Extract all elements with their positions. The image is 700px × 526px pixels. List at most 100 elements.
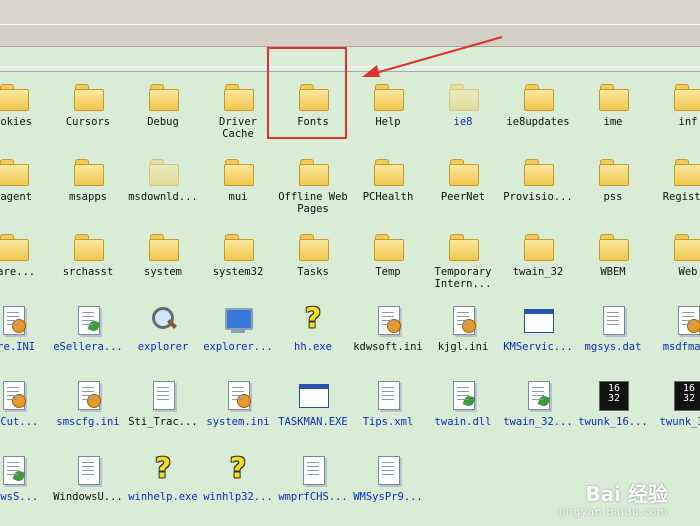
folder-icon	[446, 228, 480, 262]
file-label: Driver Cache	[219, 116, 257, 140]
folder-icon	[446, 153, 480, 187]
file-label: Sti_Trac...	[128, 416, 198, 428]
file-label: dowsS...	[0, 491, 39, 503]
file-label: msapps	[69, 191, 107, 203]
folder-icon	[146, 228, 180, 262]
file-item[interactable]: smscfg.ini	[50, 378, 126, 428]
file-item[interactable]: Offline Web Pages	[275, 153, 351, 215]
watermark: Bai 经验 jingyan.baidu.com	[559, 478, 668, 518]
file-item[interactable]: explorer...	[200, 303, 276, 353]
fonts-highlight-box	[267, 47, 347, 139]
file-label: inf	[678, 116, 698, 128]
file-item[interactable]: twain.dll	[425, 378, 501, 428]
file-item[interactable]: PeerNet	[425, 153, 501, 203]
file-item[interactable]: inf	[650, 78, 700, 128]
file-label: Provisio...	[503, 191, 573, 203]
file-item[interactable]: PCHealth	[350, 153, 426, 203]
file-item[interactable]: srchasst	[50, 228, 126, 278]
file-label: hh.exe	[294, 341, 332, 353]
file-item[interactable]: Web	[650, 228, 700, 278]
file-item[interactable]: kdwsoft.ini	[350, 303, 426, 353]
folder-icon	[671, 78, 700, 112]
leaf-file-icon	[521, 378, 555, 412]
file-item[interactable]: sagent	[0, 153, 51, 203]
folder-icon	[221, 78, 255, 112]
file-item[interactable]: pss	[575, 153, 651, 203]
file-item[interactable]: 16 32 twunk_32.	[650, 378, 700, 428]
file-label: msdfmap.	[662, 341, 700, 353]
file-item[interactable]: dowsS...	[0, 453, 51, 503]
file-item[interactable]: msdownld...	[125, 153, 201, 203]
file-item[interactable]: ? winhelp.exe	[125, 453, 201, 504]
file-item[interactable]: Temporary Intern...	[425, 228, 501, 290]
file-label: eSellera...	[53, 341, 123, 353]
gear-file-icon	[0, 303, 30, 337]
file-item[interactable]: system32	[200, 228, 276, 278]
file-item[interactable]: Provisio...	[500, 153, 576, 203]
folder-icon	[0, 78, 30, 112]
folder-icon	[521, 228, 555, 262]
file-item[interactable]: mgsys.dat	[575, 303, 651, 353]
gear-file-icon	[446, 303, 480, 337]
file-item[interactable]: Driver Cache	[200, 78, 276, 140]
file-item[interactable]: Register	[650, 153, 700, 203]
file-item[interactable]: KMServic...	[500, 303, 576, 353]
file-item[interactable]: ookies	[0, 78, 51, 128]
file-label: winhelp.exe	[128, 491, 198, 503]
file-label: twain_32	[512, 266, 564, 278]
file-label: explorer...	[203, 341, 273, 353]
pane-divider	[0, 66, 700, 72]
folder-icon	[521, 78, 555, 112]
file-item[interactable]: ? hh.exe	[275, 303, 351, 354]
folder-icon	[296, 153, 330, 187]
file-item[interactable]: WindowsU...	[50, 453, 126, 503]
file-item[interactable]: eSellera...	[50, 303, 126, 353]
file-item[interactable]: 16 32 twunk_16...	[575, 378, 651, 428]
file-item[interactable]: explorer	[125, 303, 201, 353]
file-item[interactable]: rtCut...	[0, 378, 51, 428]
file-item[interactable]: ore.INI	[0, 303, 51, 353]
file-item[interactable]: twain_32...	[500, 378, 576, 428]
file-item[interactable]: mui	[200, 153, 276, 203]
file-label: Register	[662, 191, 700, 203]
folder-icon	[521, 153, 555, 187]
file-item[interactable]: wmprfCHS...	[275, 453, 351, 503]
file-item[interactable]: WBEM	[575, 228, 651, 278]
file-item[interactable]: system.ini	[200, 378, 276, 428]
leaf-file-icon	[0, 453, 30, 487]
file-item[interactable]: Help	[350, 78, 426, 128]
folder-icon	[71, 78, 105, 112]
file-item[interactable]: ie8updates	[500, 78, 576, 128]
file-label: TASKMAN.EXE	[278, 416, 348, 428]
file-item[interactable]: msdfmap.	[650, 303, 700, 353]
folder-icon	[596, 153, 630, 187]
file-item[interactable]: Sti_Trac...	[125, 378, 201, 428]
file-item[interactable]: ? winhlp32...	[200, 453, 276, 504]
file-item[interactable]: WMSysPr9...	[350, 453, 426, 503]
watermark-url: jingyan.baidu.com	[558, 507, 668, 518]
file-item[interactable]: Tips.xml	[350, 378, 426, 428]
file-label: WindowsU...	[53, 491, 123, 503]
file-item[interactable]: Debug	[125, 78, 201, 128]
address-bar-strip	[0, 24, 700, 45]
file-item[interactable]: TASKMAN.EXE	[275, 378, 351, 428]
file-item[interactable]: ime	[575, 78, 651, 128]
folder-icon	[0, 153, 30, 187]
file-label: winhlp32...	[203, 491, 273, 503]
win-file-icon	[521, 303, 555, 337]
file-item[interactable]: Temp	[350, 228, 426, 278]
file-item[interactable]: kjgl.ini	[425, 303, 501, 353]
annotation-arrow	[362, 36, 503, 77]
file-label: mui	[228, 191, 248, 203]
file-item[interactable]: Cursors	[50, 78, 126, 128]
watermark-logo: Bai 经验	[585, 482, 668, 506]
file-item[interactable]: msapps	[50, 153, 126, 203]
file-item[interactable]: ware...	[0, 228, 51, 278]
file-item[interactable]: Tasks	[275, 228, 351, 278]
file-label: srchasst	[62, 266, 114, 278]
file-item[interactable]: system	[125, 228, 201, 278]
folder-icon	[71, 153, 105, 187]
file-label: Temp	[375, 266, 401, 278]
file-item[interactable]: ie8	[425, 78, 501, 128]
file-item[interactable]: twain_32	[500, 228, 576, 278]
